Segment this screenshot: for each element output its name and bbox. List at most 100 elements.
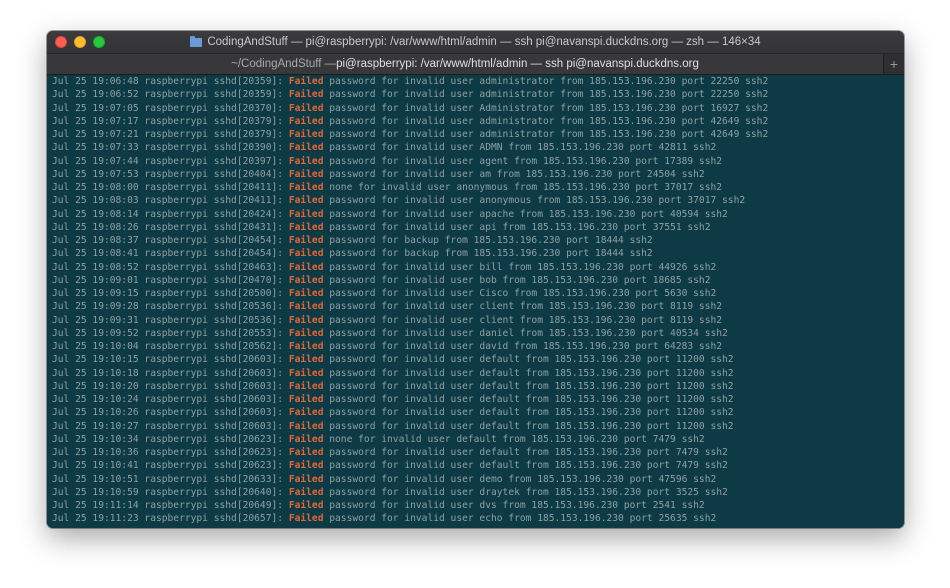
log-status-failed: Failed [288,235,324,246]
log-status-failed: Failed [288,76,324,87]
log-prefix: Jul 25 19:08:37 raspberrypi sshd[20454]: [52,235,289,246]
log-line: Jul 25 19:07:17 raspberrypi sshd[20379]:… [52,115,904,128]
log-prefix: Jul 25 19:07:44 raspberrypi sshd[20397]: [52,155,289,167]
log-message: password for invalid user anonymous from… [323,195,746,207]
log-line: Jul 25 19:10:24 raspberrypi sshd[20603]:… [52,393,904,406]
log-line: Jul 25 19:10:59 raspberrypi sshd[20640]:… [52,486,904,499]
log-message: password for invalid user draytek from 1… [323,486,728,498]
log-line: Jul 25 19:09:28 raspberrypi sshd[20536]:… [52,300,904,313]
log-status-failed: Failed [288,168,324,180]
log-line: Jul 25 19:11:23 raspberrypi sshd[20657]:… [52,512,904,525]
log-message: password for invalid user Cisco from 185… [323,288,717,299]
log-prefix: Jul 25 19:07:05 raspberrypi sshd[20370]: [52,102,289,114]
log-line: Jul 25 19:08:52 raspberrypi sshd[20463]:… [52,261,904,274]
log-line: Jul 25 19:09:01 raspberrypi sshd[20470]:… [52,274,904,287]
log-line: Jul 25 19:10:34 raspberrypi sshd[20623]:… [52,433,904,446]
log-line: Jul 25 19:08:41 raspberrypi sshd[20454]:… [52,247,904,260]
log-message: password for invalid user demo from 185.… [323,473,717,485]
maximize-window-button[interactable] [93,36,105,48]
log-status-failed: Failed [288,327,324,339]
log-prefix: Jul 25 19:10:59 raspberrypi sshd[20640]: [52,486,289,498]
log-prefix: Jul 25 19:10:24 raspberrypi sshd[20603]: [52,394,289,405]
log-message: password for invalid user ADMN from 185.… [323,142,717,154]
log-line: Jul 25 19:10:18 raspberrypi sshd[20603]:… [52,367,904,380]
log-line: Jul 25 19:08:26 raspberrypi sshd[20431]:… [52,221,904,234]
log-status-failed: Failed [288,341,324,352]
log-line: Jul 25 19:07:21 raspberrypi sshd[20379]:… [52,128,904,141]
log-message: password for invalid user default from 1… [323,394,734,405]
window-title-wrap: CodingAndStuff — pi@raspberrypi: /var/ww… [190,35,761,48]
log-status-failed: Failed [288,513,324,525]
close-window-button[interactable] [55,36,67,48]
log-line: Jul 25 19:10:41 raspberrypi sshd[20623]:… [52,459,904,472]
log-prefix: Jul 25 19:10:04 raspberrypi sshd[20562]: [52,341,289,352]
log-line: Jul 25 19:09:52 raspberrypi sshd[20553]:… [52,327,904,340]
log-line: Jul 25 19:07:44 raspberrypi sshd[20397]:… [52,155,904,168]
log-status-failed: Failed [288,195,324,207]
log-message: password for invalid user administrator … [323,115,769,127]
log-prefix: Jul 25 19:10:34 raspberrypi sshd[20623]: [52,433,289,445]
log-status-failed: Failed [288,394,324,405]
log-line: Jul 25 19:10:15 raspberrypi sshd[20603]:… [52,353,904,366]
log-prefix: Jul 25 19:09:28 raspberrypi sshd[20536]: [52,301,289,313]
log-status-failed: Failed [288,367,324,379]
log-prefix: Jul 25 19:08:14 raspberrypi sshd[20424]: [52,208,289,220]
log-line: Jul 25 19:07:53 raspberrypi sshd[20404]:… [52,168,904,181]
log-message: password for invalid user administrator … [323,129,769,140]
tab-label: pi@raspberrypi: /var/www/html/admin — ss… [336,58,699,70]
log-message: password for invalid user default from 1… [323,354,734,366]
title-bar[interactable]: CodingAndStuff — pi@raspberrypi: /var/ww… [47,31,904,54]
log-prefix: Jul 25 19:09:52 raspberrypi sshd[20553]: [52,327,289,339]
log-status-failed: Failed [288,433,324,445]
log-line: Jul 25 19:08:14 raspberrypi sshd[20424]:… [52,208,904,221]
tab-ssh-session[interactable]: ~/CodingAndStuff — pi@raspberrypi: /var/… [47,54,883,74]
log-line: Jul 25 19:11:14 raspberrypi sshd[20649]:… [52,499,904,512]
log-message: none for invalid user default from 185.1… [323,433,705,445]
log-message: password for invalid user administrator … [323,89,769,101]
log-message: password for invalid user Administrator … [323,102,769,114]
log-status-failed: Failed [288,314,324,326]
log-prefix: Jul 25 19:09:15 raspberrypi sshd[20500]: [52,288,289,299]
log-status-failed: Failed [288,288,324,299]
log-prefix: Jul 25 19:07:21 raspberrypi sshd[20379]: [52,129,289,140]
plus-icon: + [889,56,899,72]
log-prefix: Jul 25 19:10:27 raspberrypi sshd[20603]: [52,420,289,432]
log-line: Jul 25 19:10:04 raspberrypi sshd[20562]:… [52,340,904,353]
log-line: Jul 25 19:09:15 raspberrypi sshd[20500]:… [52,287,904,300]
window-controls [55,36,105,48]
log-message: password for backup from 185.153.196.230… [323,248,653,260]
log-line: Jul 25 19:08:00 raspberrypi sshd[20411]:… [52,181,904,194]
log-prefix: Jul 25 19:08:26 raspberrypi sshd[20431]: [52,221,289,233]
folder-icon [190,35,203,47]
log-line: Jul 25 19:06:52 raspberrypi sshd[20359]:… [52,88,904,101]
log-line: Jul 25 19:10:36 raspberrypi sshd[20623]:… [52,446,904,459]
log-message: password for invalid user am from 185.15… [323,168,705,180]
log-status-failed: Failed [288,155,324,167]
log-message: password for invalid user administrator … [323,76,769,87]
minimize-window-button[interactable] [74,36,86,48]
log-line: Jul 25 19:10:51 raspberrypi sshd[20633]:… [52,473,904,486]
log-status-failed: Failed [288,407,324,419]
terminal-output[interactable]: Jul 25 19:06:48 raspberrypi sshd[20359]:… [47,75,904,528]
log-prefix: Jul 25 19:08:52 raspberrypi sshd[20463]: [52,261,289,273]
log-status-failed: Failed [288,274,324,286]
log-status-failed: Failed [288,380,324,392]
log-message: password for invalid user agent from 185… [323,155,723,167]
log-status-failed: Failed [288,447,324,458]
log-status-failed: Failed [288,182,324,193]
log-status-failed: Failed [288,301,324,313]
log-status-failed: Failed [288,486,324,498]
log-prefix: Jul 25 19:06:48 raspberrypi sshd[20359]: [52,76,289,87]
new-tab-button[interactable]: + [883,54,904,74]
log-status-failed: Failed [288,354,324,366]
tab-bar: ~/CodingAndStuff — pi@raspberrypi: /var/… [47,54,904,75]
log-prefix: Jul 25 19:10:51 raspberrypi sshd[20633]: [52,473,289,485]
log-status-failed: Failed [288,142,324,154]
log-status-failed: Failed [288,420,324,432]
log-message: password for invalid user api from 185.1… [323,221,711,233]
log-message: password for backup from 185.153.196.230… [323,235,653,246]
log-message: password for invalid user daniel from 18… [323,327,728,339]
log-prefix: Jul 25 19:10:18 raspberrypi sshd[20603]: [52,367,289,379]
log-prefix: Jul 25 19:07:53 raspberrypi sshd[20404]: [52,168,289,180]
log-prefix: Jul 25 19:06:52 raspberrypi sshd[20359]: [52,89,289,101]
